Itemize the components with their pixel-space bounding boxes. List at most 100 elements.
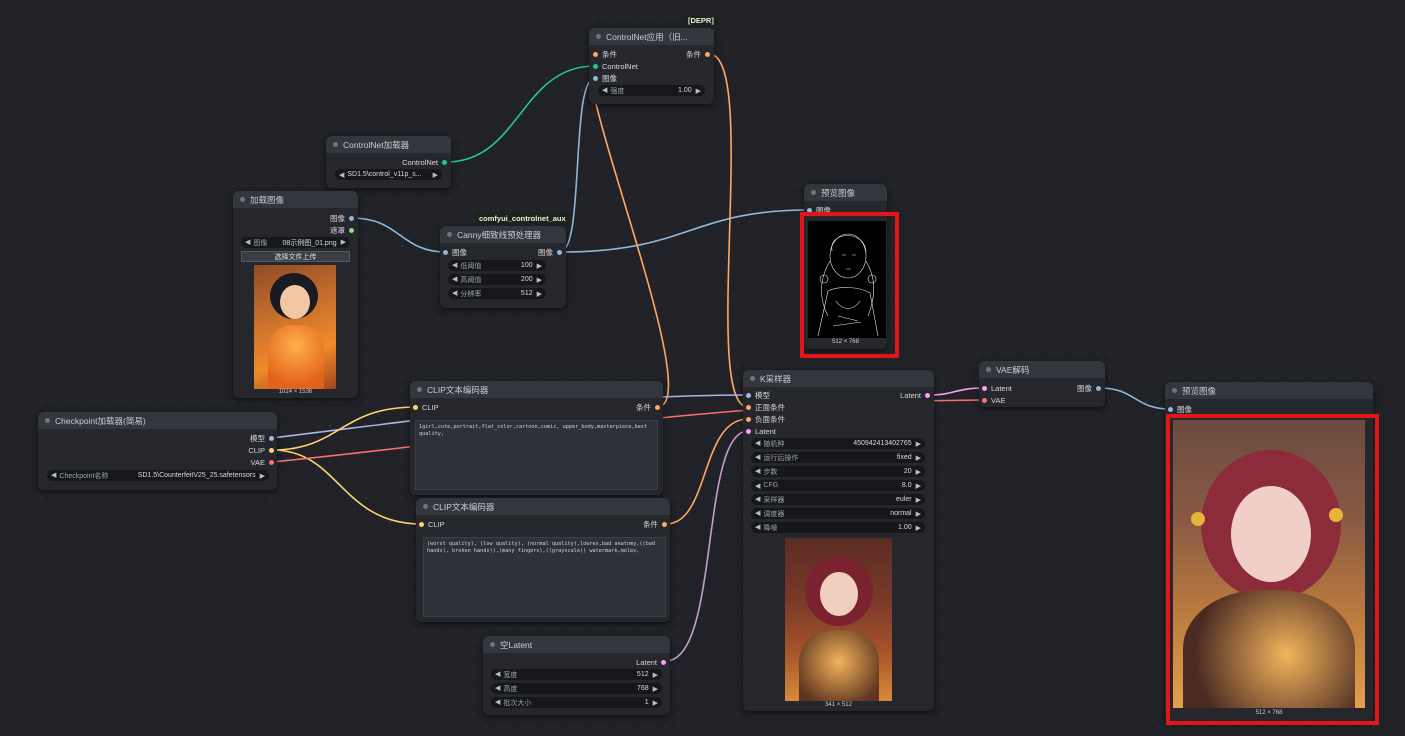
input-model[interactable]: 模型 xyxy=(746,390,770,400)
decrement-arrow-icon[interactable]: ◀ xyxy=(755,439,760,449)
slot-pin-icon[interactable] xyxy=(1168,406,1173,412)
node-title[interactable]: 预览图像 xyxy=(1165,382,1373,399)
collapse-dot-icon[interactable] xyxy=(1172,388,1177,393)
increment-arrow-icon[interactable]: ▶ xyxy=(260,472,265,480)
increment-arrow-icon[interactable]: ▶ xyxy=(916,482,921,490)
high-threshold-widget[interactable]: ◀ 高阈值 200 ▶ xyxy=(448,274,546,285)
collapse-dot-icon[interactable] xyxy=(333,142,338,147)
collapse-dot-icon[interactable] xyxy=(447,232,452,237)
node-title[interactable]: VAE解码 xyxy=(979,361,1105,378)
node-title[interactable]: 加载图像 xyxy=(233,191,358,208)
controlnet-model-widget[interactable]: ◀ SD1.5\control_v11p_s... ▶ xyxy=(335,169,442,180)
increment-arrow-icon[interactable]: ▶ xyxy=(916,468,921,476)
height-widget[interactable]: ◀ 高度 768 ▶ xyxy=(491,683,662,694)
clip-text-encode-positive-node[interactable]: CLIP文本编码器 CLIP 条件 1girl,cute,portrait,fl… xyxy=(410,381,663,495)
decrement-arrow-icon[interactable]: ◀ xyxy=(452,289,457,299)
slot-pin-icon[interactable] xyxy=(442,159,447,165)
node-title[interactable]: Canny细致线预处理器 xyxy=(440,226,566,243)
output-image[interactable]: 图像 xyxy=(538,247,562,257)
checkpoint-name-widget[interactable]: ◀ Checkpoint名称 SD1.5\CounterfeitV25_25.saf… xyxy=(47,470,269,481)
decrement-arrow-icon[interactable]: ◀ xyxy=(755,509,760,519)
output-model[interactable]: 模型 xyxy=(250,433,274,443)
empty-latent-node[interactable]: 空Latent Latent ◀ 宽度 512 ▶ ◀ 高度 768 ▶ ◀ 批次大小 1 ▶ xyxy=(483,636,670,715)
low-threshold-widget[interactable]: ◀ 低阈值 100 ▶ xyxy=(448,260,546,271)
input-latent[interactable]: Latent xyxy=(746,426,776,436)
vae-decode-node[interactable]: VAE解码 Latent VAE 图像 xyxy=(979,361,1105,407)
slot-pin-icon[interactable] xyxy=(705,51,710,57)
collapse-dot-icon[interactable] xyxy=(423,504,428,509)
decrement-arrow-icon[interactable]: ◀ xyxy=(755,453,760,463)
slot-pin-icon[interactable] xyxy=(746,428,751,434)
slot-pin-icon[interactable] xyxy=(746,404,751,410)
increment-arrow-icon[interactable]: ▶ xyxy=(537,276,542,284)
input-controlnet[interactable]: ControlNet xyxy=(593,61,638,71)
output-conditioning[interactable]: 条件 xyxy=(636,402,660,412)
slot-pin-icon[interactable] xyxy=(593,75,598,81)
collapse-dot-icon[interactable] xyxy=(986,367,991,372)
prompt-textarea[interactable]: 1girl,cute,portrait,flat_color,cartoon,c… xyxy=(415,420,658,490)
canny-node[interactable]: Canny细致线预处理器 图像 图像 ◀ 低阈值 100 ▶ ◀ 高阈值 200 ▶ ◀ 分辨… xyxy=(440,226,566,308)
collapse-dot-icon[interactable] xyxy=(750,376,755,381)
input-image[interactable]: 图像 xyxy=(593,73,617,83)
resolution-widget[interactable]: ◀ 分辨率 512 ▶ xyxy=(448,288,546,299)
slot-pin-icon[interactable] xyxy=(269,435,274,441)
slot-pin-icon[interactable] xyxy=(593,51,598,57)
ksampler-node[interactable]: K采样器 模型 正面条件 负面条件 Latent Latent ◀ 随机种 4509… xyxy=(743,370,934,711)
node-title[interactable]: 空Latent xyxy=(483,636,670,653)
collapse-dot-icon[interactable] xyxy=(240,197,245,202)
upload-file-button[interactable]: 选择文件上传 xyxy=(241,251,350,262)
increment-arrow-icon[interactable]: ▶ xyxy=(916,454,921,462)
slot-pin-icon[interactable] xyxy=(413,404,418,410)
slot-pin-icon[interactable] xyxy=(1096,385,1101,391)
input-image[interactable]: 图像 xyxy=(443,247,467,257)
negative-prompt-textarea[interactable]: (worst quality), (low quality), (normal … xyxy=(423,537,666,617)
seed-widget[interactable]: ◀ 随机种 450942413402765 ▶ xyxy=(751,438,925,449)
slot-pin-icon[interactable] xyxy=(982,385,987,391)
input-latent[interactable]: Latent xyxy=(982,383,1012,393)
slot-pin-icon[interactable] xyxy=(982,397,987,403)
increment-arrow-icon[interactable]: ▶ xyxy=(341,238,346,248)
increment-arrow-icon[interactable]: ▶ xyxy=(653,699,658,707)
node-title[interactable]: CLIP文本编码器 xyxy=(410,381,663,398)
increment-arrow-icon[interactable]: ▶ xyxy=(653,671,658,679)
width-widget[interactable]: ◀ 宽度 512 ▶ xyxy=(491,669,662,680)
slot-pin-icon[interactable] xyxy=(746,416,751,422)
controlnet-loader-node[interactable]: ControlNet加载器 ControlNet ◀ SD1.5\control_… xyxy=(326,136,451,188)
node-title[interactable]: Checkpoint加载器(简易) xyxy=(38,412,277,429)
output-mask[interactable]: 遮罩 xyxy=(330,225,354,235)
decrement-arrow-icon[interactable]: ◀ xyxy=(339,171,344,179)
increment-arrow-icon[interactable]: ▶ xyxy=(916,440,921,448)
collapse-dot-icon[interactable] xyxy=(490,642,495,647)
decrement-arrow-icon[interactable]: ◀ xyxy=(51,471,56,481)
input-clip[interactable]: CLIP xyxy=(419,519,445,529)
steps-widget[interactable]: ◀ 步数 20 ▶ xyxy=(751,466,925,477)
output-image[interactable]: 图像 xyxy=(1077,383,1101,393)
slot-pin-icon[interactable] xyxy=(746,392,751,398)
control-after-generate-widget[interactable]: ◀ 运行后操作 fixed ▶ xyxy=(751,452,925,463)
increment-arrow-icon[interactable]: ▶ xyxy=(916,496,921,504)
slot-pin-icon[interactable] xyxy=(925,392,930,398)
clip-text-encode-negative-node[interactable]: CLIP文本编码器 CLIP 条件 (worst quality), (low … xyxy=(416,498,670,622)
slot-pin-icon[interactable] xyxy=(349,227,354,233)
batch-size-widget[interactable]: ◀ 批次大小 1 ▶ xyxy=(491,697,662,708)
increment-arrow-icon[interactable]: ▶ xyxy=(696,87,701,95)
collapse-dot-icon[interactable] xyxy=(417,387,422,392)
slot-pin-icon[interactable] xyxy=(269,447,274,453)
slot-pin-icon[interactable] xyxy=(557,249,562,255)
slot-pin-icon[interactable] xyxy=(419,521,424,527)
node-title[interactable]: 预览图像 xyxy=(804,184,887,201)
decrement-arrow-icon[interactable]: ◀ xyxy=(755,495,760,505)
input-negative[interactable]: 负面条件 xyxy=(746,414,785,424)
sampler-widget[interactable]: ◀ 采样器 euler ▶ xyxy=(751,494,925,505)
output-conditioning[interactable]: 条件 xyxy=(686,49,710,59)
increment-arrow-icon[interactable]: ▶ xyxy=(916,524,921,532)
decrement-arrow-icon[interactable]: ◀ xyxy=(245,238,250,248)
denoise-widget[interactable]: ◀ 降噪 1.00 ▶ xyxy=(751,522,925,533)
output-controlnet[interactable]: ControlNet xyxy=(402,157,447,167)
decrement-arrow-icon[interactable]: ◀ xyxy=(755,482,760,490)
output-latent[interactable]: Latent xyxy=(900,390,930,400)
slot-pin-icon[interactable] xyxy=(593,63,598,69)
collapse-dot-icon[interactable] xyxy=(45,418,50,423)
slot-pin-icon[interactable] xyxy=(662,521,667,527)
slot-pin-icon[interactable] xyxy=(655,404,660,410)
